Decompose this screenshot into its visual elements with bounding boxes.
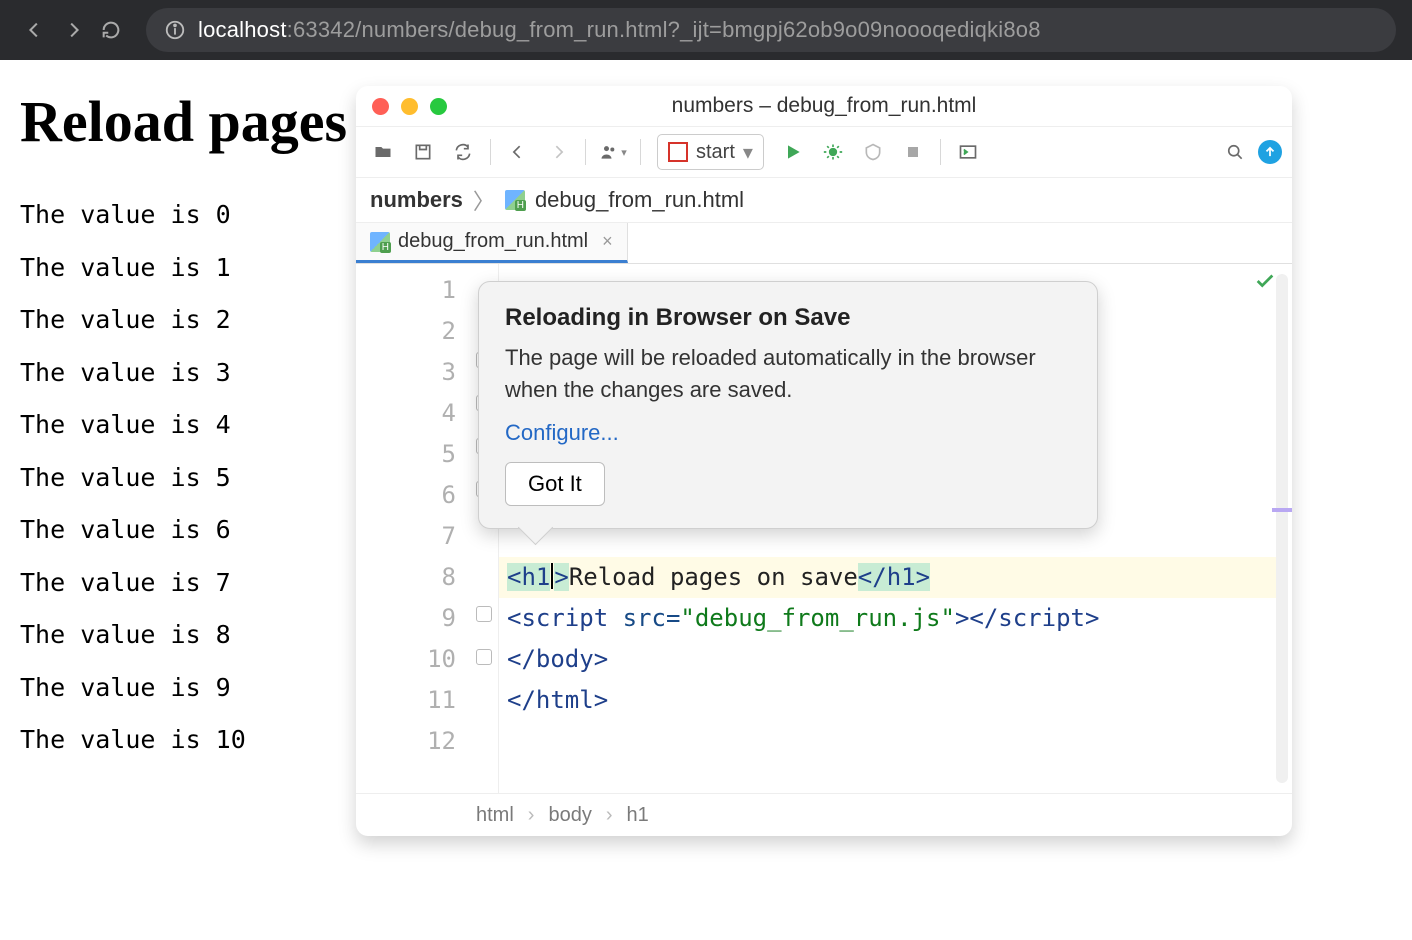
address-bar[interactable]: localhost:63342/numbers/debug_from_run.h… [146,8,1396,52]
save-icon[interactable] [406,135,440,169]
nav-forward-icon[interactable] [541,135,575,169]
fold-handle-icon[interactable] [476,649,492,665]
code-line-9[interactable]: <script src="debug_from_run.js"></script… [507,598,1292,639]
run-config-selector[interactable]: start ▾ [657,134,764,170]
popup-body: The page will be reloaded automatically … [505,342,1071,406]
minimize-window-icon[interactable] [401,98,418,115]
back-button[interactable] [16,11,54,49]
chevron-down-icon: ▾ [743,140,753,165]
reload-button[interactable] [92,11,130,49]
code-line-11[interactable]: </html> [507,680,1292,721]
open-icon[interactable] [366,135,400,169]
run-config-label: start [696,141,735,164]
update-available-icon[interactable] [1258,140,1282,164]
close-window-icon[interactable] [372,98,389,115]
crumb-project[interactable]: numbers [370,187,463,213]
got-it-button[interactable]: Got It [505,462,605,506]
debug-button[interactable] [816,135,850,169]
scroll-mark [1272,508,1292,512]
code-line-10[interactable]: </body> [507,639,1292,680]
navigation-bar[interactable]: numbers 〉 debug_from_run.html [356,178,1292,223]
editor-tab[interactable]: debug_from_run.html × [356,223,628,263]
popup-title: Reloading in Browser on Save [505,304,1071,332]
structure-crumb[interactable]: h1 [627,804,649,827]
browser-toolbar: localhost:63342/numbers/debug_from_run.h… [0,0,1412,60]
chevron-right-icon: 〉 [473,184,495,216]
close-tab-icon[interactable]: × [602,231,613,252]
search-icon[interactable] [1218,135,1252,169]
inspection-ok-icon[interactable] [1254,270,1276,292]
structure-crumb[interactable]: body [548,804,591,827]
info-icon [164,19,186,41]
ide-titlebar[interactable]: numbers – debug_from_run.html [356,86,1292,127]
zoom-window-icon[interactable] [430,98,447,115]
html-runner-icon [668,142,688,162]
coverage-button[interactable] [856,135,890,169]
fold-handle-icon[interactable] [476,606,492,622]
run-button[interactable] [776,135,810,169]
code-line-8[interactable]: <h1>Reload pages on save</h1> [499,557,1284,598]
stop-button[interactable] [896,135,930,169]
code-with-me-icon[interactable]: ▾ [596,135,630,169]
forward-button[interactable] [54,11,92,49]
editor-scrollbar[interactable] [1276,274,1288,783]
url-text: localhost:63342/numbers/debug_from_run.h… [198,17,1041,43]
run-window-icon[interactable] [951,135,985,169]
ide-toolbar: ▾ start ▾ [356,127,1292,178]
editor-tab-bar: debug_from_run.html × [356,223,1292,264]
tab-label: debug_from_run.html [398,230,588,253]
ide-title: numbers – debug_from_run.html [672,94,977,118]
sync-icon[interactable] [446,135,480,169]
crumb-file[interactable]: debug_from_run.html [535,187,744,213]
html-file-icon [505,190,525,210]
structure-crumb[interactable]: html [476,804,514,827]
nav-back-icon[interactable] [501,135,535,169]
html-file-icon [370,232,390,252]
hint-popup: Reloading in Browser on Save The page wi… [478,281,1098,529]
configure-link[interactable]: Configure... [505,420,619,445]
structure-breadcrumb[interactable]: html › body › h1 [356,793,1292,836]
